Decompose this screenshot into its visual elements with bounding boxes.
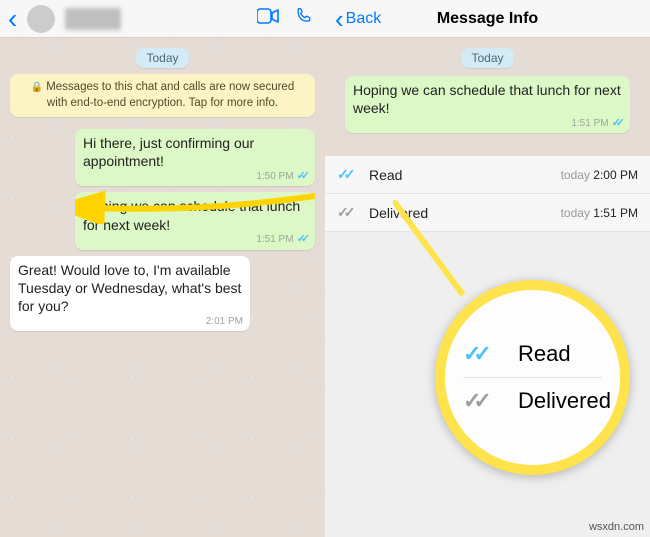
status-day: today [561, 168, 590, 182]
status-list: ✓✓ Read today 2:00 PM ✓✓ Delivered today… [325, 155, 650, 232]
message-info-panel: ‹ Back Message Info Today Hoping we can … [325, 0, 650, 537]
read-ticks-icon: ✓✓ [612, 116, 620, 130]
chat-header: ‹ [0, 0, 325, 38]
video-call-icon[interactable] [255, 7, 281, 30]
message-time: 1:50 PM [256, 170, 293, 183]
message-time: 1:51 PM [571, 117, 608, 130]
back-label: Back [346, 10, 382, 28]
message-text: Hoping we can schedule that lunch for ne… [83, 198, 300, 232]
back-icon[interactable]: ‹ [8, 5, 17, 33]
message-bubble-out: Hi there, just confirming our appointmen… [75, 129, 315, 186]
message-row[interactable]: Hi there, just confirming our appointmen… [0, 127, 325, 190]
delivered-ticks-icon: ✓✓ [337, 204, 357, 221]
message-bubble-out: Hoping we can schedule that lunch for ne… [75, 192, 315, 249]
voice-call-icon[interactable] [291, 6, 317, 32]
message-text: Hi there, just confirming our appointmen… [83, 135, 254, 169]
contact-name-redacted[interactable] [65, 8, 121, 30]
message-time: 1:51 PM [256, 233, 293, 246]
status-label: Delivered [369, 205, 545, 221]
status-read-row[interactable]: ✓✓ Read today 2:00 PM [325, 156, 650, 194]
avatar[interactable] [27, 5, 55, 33]
read-ticks-icon: ✓✓ [337, 166, 357, 183]
message-text: Great! Would love to, I'm available Tues… [18, 262, 241, 314]
watermark: wsxdn.com [589, 521, 644, 533]
chevron-left-icon: ‹ [335, 6, 344, 32]
back-button[interactable]: ‹ Back [335, 6, 381, 32]
status-time: 2:00 PM [593, 168, 638, 182]
message-row: Hoping we can schedule that lunch for ne… [335, 74, 640, 145]
encryption-text: Messages to this chat and calls are now … [46, 81, 294, 109]
encryption-banner[interactable]: 🔒Messages to this chat and calls are now… [10, 74, 315, 117]
date-pill: Today [461, 48, 513, 68]
message-row[interactable]: Great! Would love to, I'm available Tues… [0, 254, 325, 336]
lock-icon: 🔒 [31, 82, 43, 93]
status-day: today [561, 206, 590, 220]
message-bubble-out: Hoping we can schedule that lunch for ne… [345, 76, 630, 133]
message-bubble-in: Great! Would love to, I'm available Tues… [10, 256, 250, 332]
status-label: Read [369, 167, 545, 183]
read-ticks-icon: ✓✓ [297, 169, 305, 183]
status-delivered-row[interactable]: ✓✓ Delivered today 1:51 PM [325, 194, 650, 232]
info-header: ‹ Back Message Info [325, 0, 650, 38]
message-row[interactable]: Hoping we can schedule that lunch for ne… [0, 190, 325, 253]
chat-panel: ‹ Today 🔒Messages to this chat and calls… [0, 0, 325, 537]
message-text: Hoping we can schedule that lunch for ne… [353, 82, 621, 116]
message-time: 2:01 PM [206, 315, 243, 328]
status-time: 1:51 PM [593, 206, 638, 220]
date-pill: Today [136, 48, 188, 68]
read-ticks-icon: ✓✓ [297, 232, 305, 246]
